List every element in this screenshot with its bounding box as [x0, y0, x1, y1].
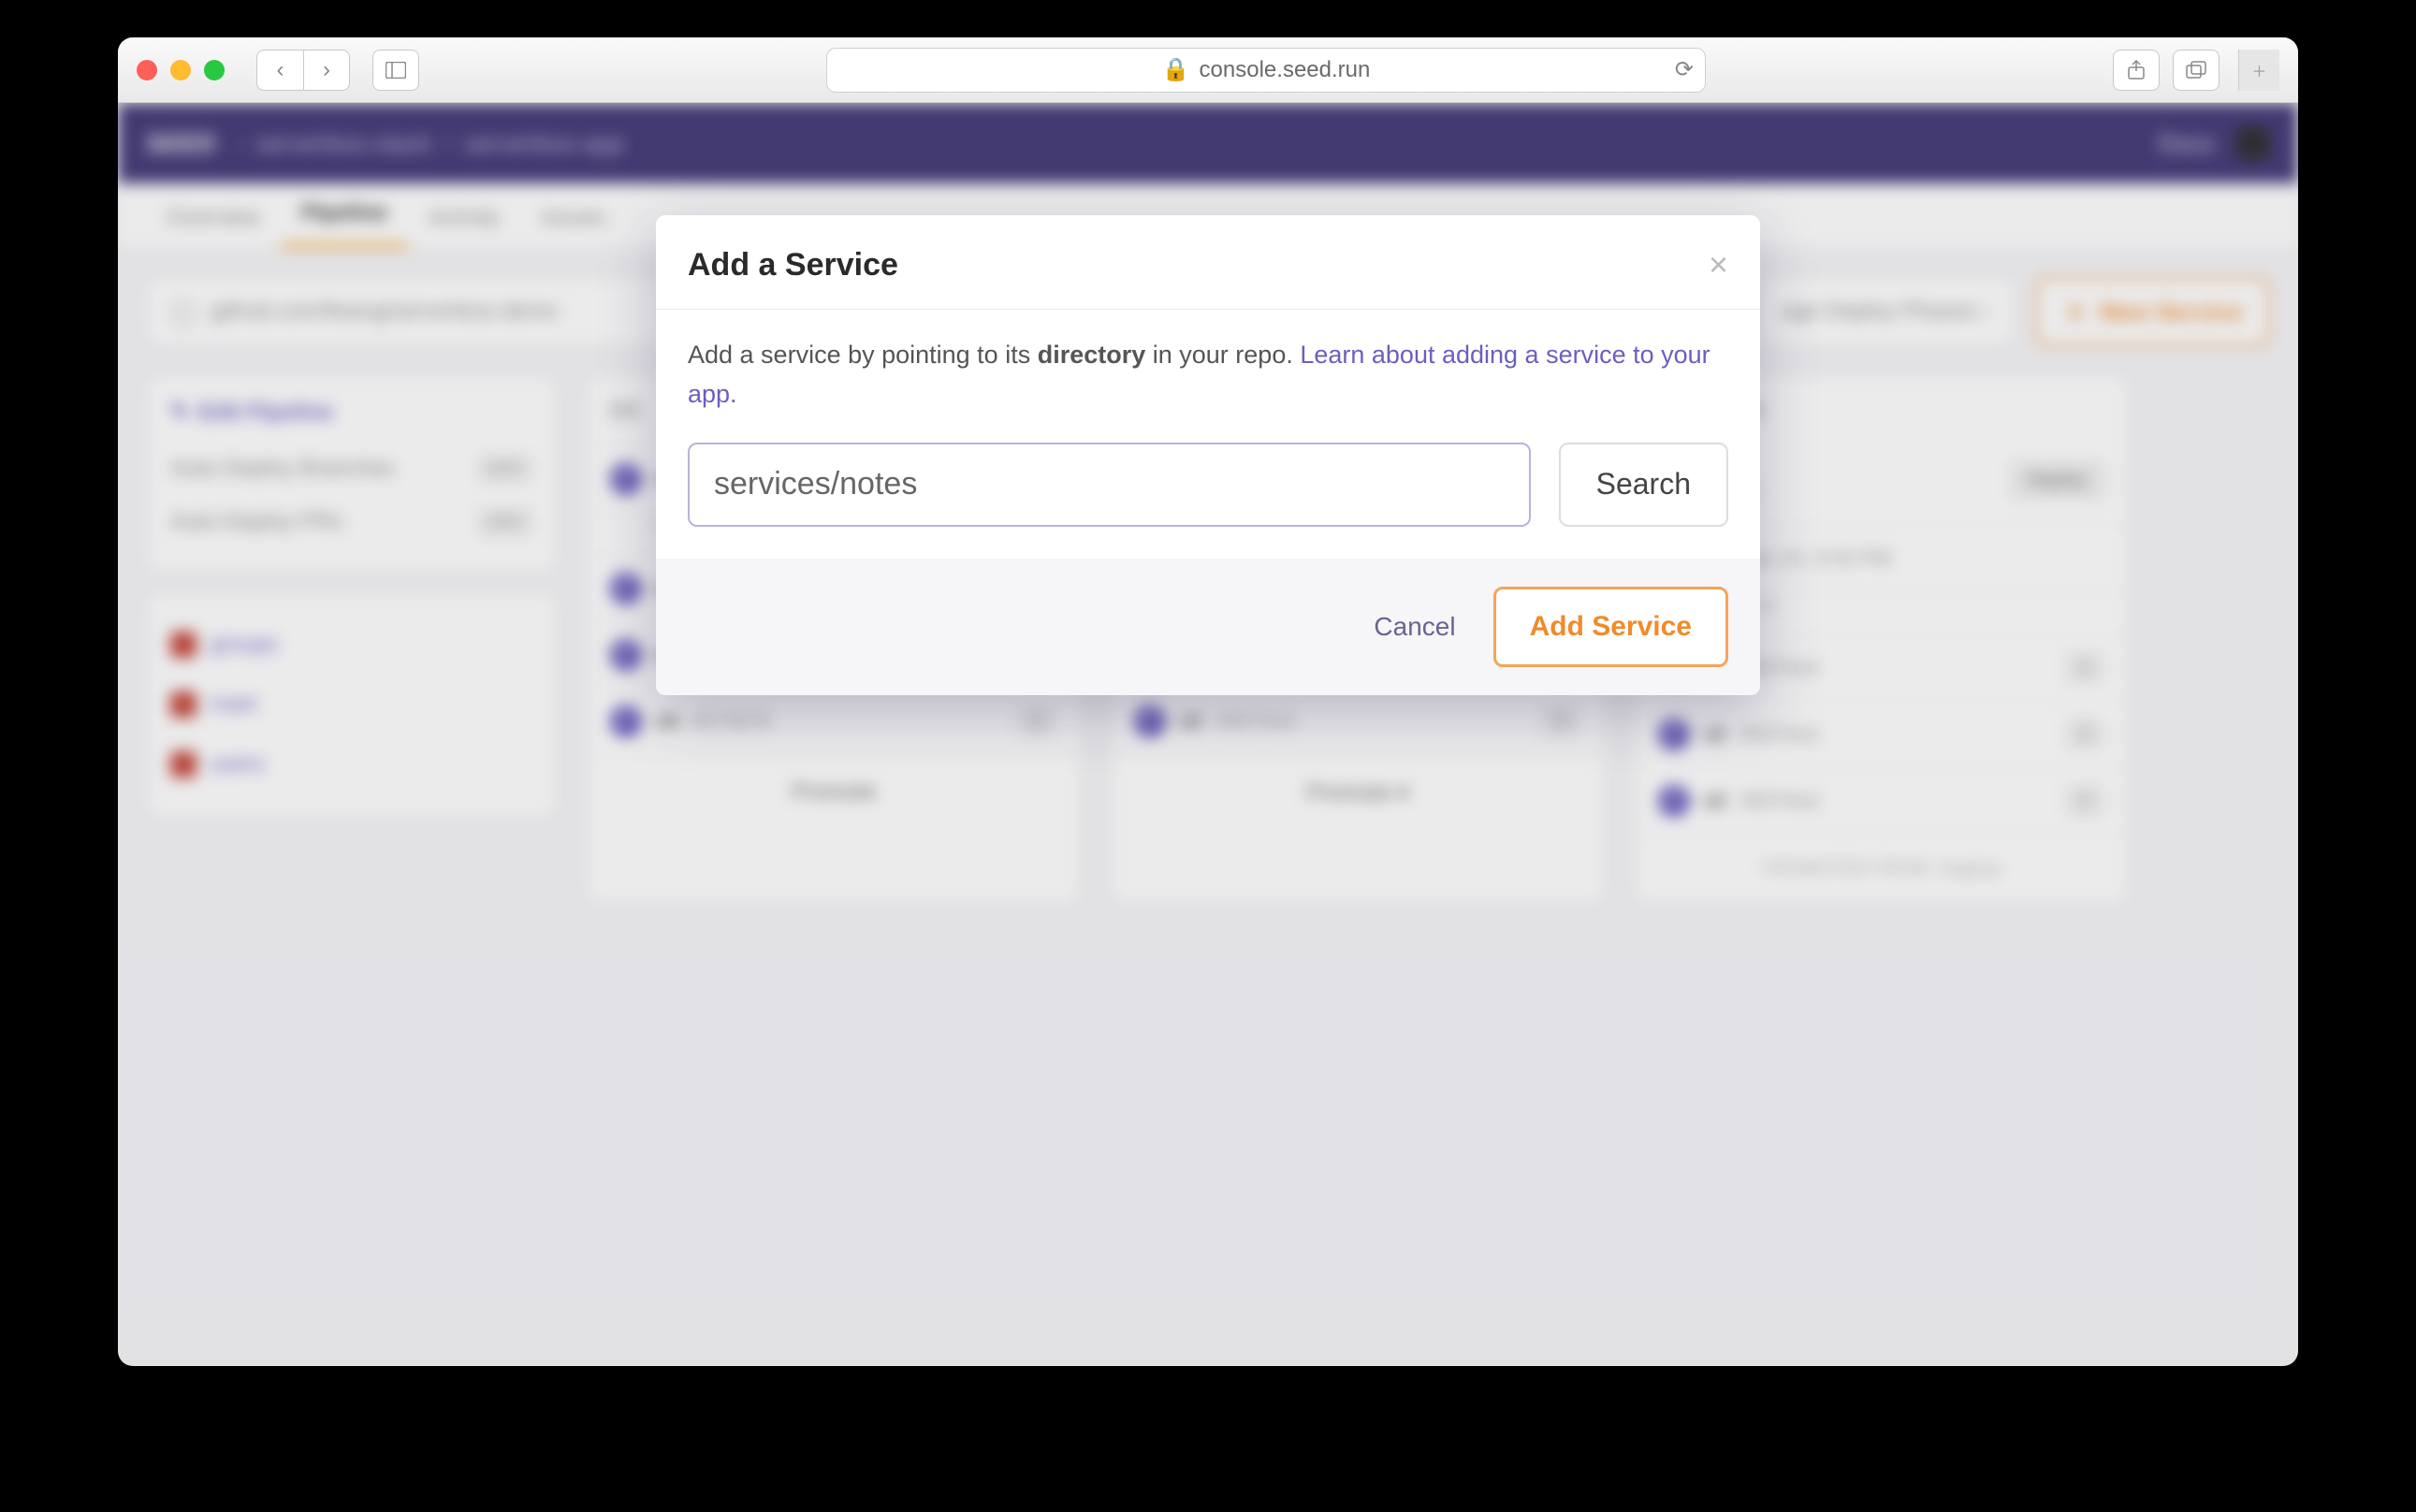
url-host: console.seed.run [1200, 57, 1371, 83]
nav-buttons: ‹ › [256, 50, 350, 91]
modal-description: Add a service by pointing to its directo… [688, 336, 1728, 414]
lock-icon: 🔒 [1162, 56, 1190, 83]
add-service-button[interactable]: Add Service [1493, 587, 1728, 667]
add-service-modal: Add a Service × Add a service by pointin… [656, 215, 1760, 695]
close-window-icon[interactable] [137, 60, 157, 80]
sidebar-icon [386, 62, 406, 79]
modal-backdrop[interactable]: Add a Service × Add a service by pointin… [118, 103, 2298, 1366]
share-icon [2127, 60, 2146, 80]
modal-title: Add a Service [688, 247, 898, 284]
address-bar[interactable]: 🔒 console.seed.run ⟳ [826, 48, 1706, 93]
back-button[interactable]: ‹ [256, 50, 303, 91]
reload-icon[interactable]: ⟳ [1675, 56, 1694, 83]
search-button[interactable]: Search [1559, 443, 1728, 527]
tabs-icon [2186, 61, 2206, 80]
traffic-lights [137, 60, 225, 80]
fullscreen-window-icon[interactable] [204, 60, 225, 80]
sidebar-toggle-button[interactable] [372, 50, 419, 91]
browser-window: ‹ › 🔒 console.seed.run ⟳ ＋ SEED [118, 37, 2298, 1366]
minimize-window-icon[interactable] [170, 60, 191, 80]
cancel-button[interactable]: Cancel [1374, 612, 1455, 642]
tabs-button[interactable] [2173, 50, 2220, 91]
service-path-input[interactable] [688, 443, 1531, 527]
titlebar: ‹ › 🔒 console.seed.run ⟳ ＋ [118, 37, 2298, 103]
new-tab-button[interactable]: ＋ [2238, 50, 2279, 91]
share-button[interactable] [2113, 50, 2160, 91]
forward-button[interactable]: › [303, 50, 350, 91]
close-icon[interactable]: × [1709, 245, 1728, 284]
